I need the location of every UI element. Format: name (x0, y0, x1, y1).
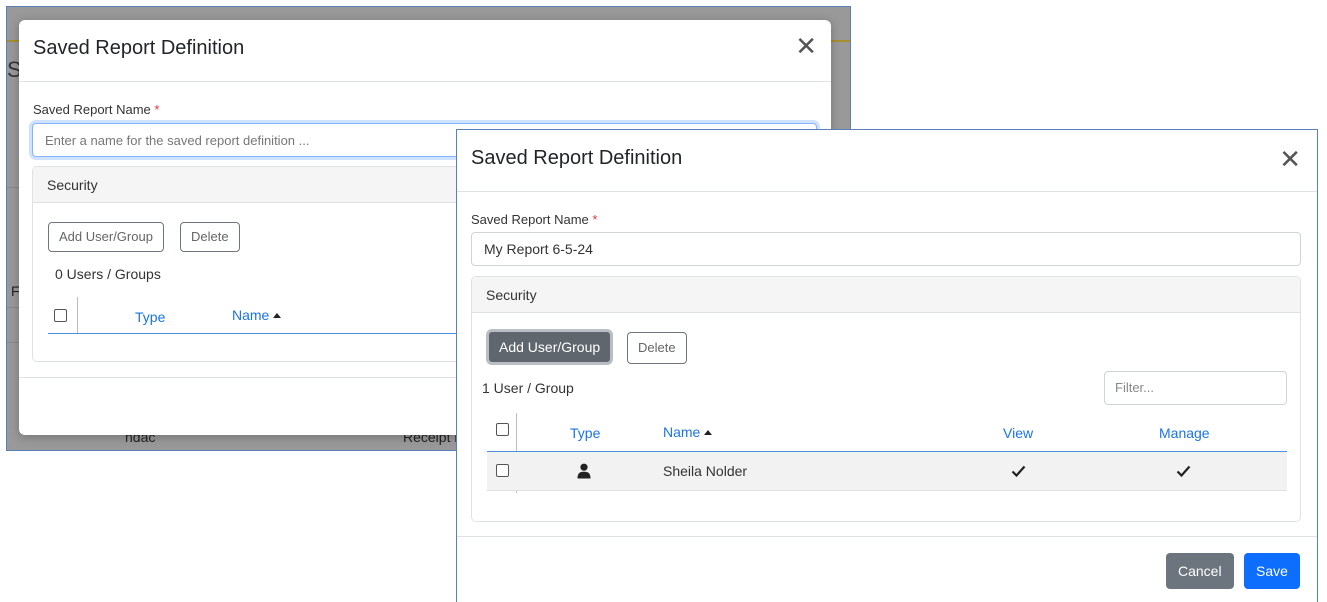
background-divider (7, 187, 19, 188)
cancel-button[interactable]: Cancel (1166, 553, 1234, 589)
background-accent-line (831, 40, 850, 42)
select-all-checkbox[interactable] (54, 309, 67, 322)
column-divider (77, 297, 78, 333)
security-title: Security (47, 177, 98, 193)
add-user-group-button[interactable]: Add User/Group (48, 222, 164, 252)
background-divider (7, 307, 19, 308)
saved-report-dialog-front: Saved Report Definition ✕ Saved Report N… (457, 130, 1317, 602)
close-icon[interactable]: ✕ (795, 33, 817, 59)
required-mark: * (154, 102, 160, 117)
delete-button[interactable]: Delete (180, 222, 240, 252)
column-header-name-label: Name (232, 307, 270, 323)
users-groups-count: 0 Users / Groups (55, 266, 161, 282)
dialog-title: Saved Report Definition (33, 37, 245, 59)
saved-report-name-input[interactable]: My Report 6-5-24 (471, 232, 1301, 266)
table-row[interactable]: Sheila Nolder (487, 452, 1287, 491)
saved-report-name-label: Saved Report Name * (471, 212, 597, 227)
security-header: Security (472, 277, 1300, 313)
background-divider (7, 342, 19, 343)
add-user-group-button[interactable]: Add User/Group (486, 329, 614, 365)
column-header-name[interactable]: Name (232, 307, 282, 323)
dialog-header: Saved Report Definition ✕ (457, 130, 1317, 192)
sort-ascending-icon (704, 430, 713, 435)
column-header-manage[interactable]: Manage (1159, 425, 1210, 441)
dialog-title: Saved Report Definition (471, 147, 683, 169)
column-header-name-label: Name (663, 424, 701, 440)
security-title: Security (486, 287, 537, 303)
column-header-name[interactable]: Name (663, 424, 713, 440)
users-groups-count: 1 User / Group (482, 380, 574, 396)
label-text: Saved Report Name (33, 102, 151, 117)
sort-ascending-icon (273, 313, 282, 318)
column-header-type[interactable]: Type (570, 425, 600, 441)
save-button[interactable]: Save (1244, 553, 1300, 589)
view-checkmark-icon (1011, 465, 1026, 477)
column-header-view[interactable]: View (1003, 425, 1033, 441)
dialog-header: Saved Report Definition ✕ (19, 20, 831, 82)
foreground-screenshot: Saved Report Definition ✕ Saved Report N… (456, 129, 1318, 602)
security-panel: Security Add User/Group Delete 1 User / … (471, 276, 1301, 522)
background-accent-line (7, 40, 19, 42)
delete-button[interactable]: Delete (627, 332, 687, 364)
select-all-checkbox[interactable] (496, 423, 509, 436)
saved-report-name-label: Saved Report Name * (33, 102, 159, 117)
filter-input[interactable]: Filter... (1104, 371, 1287, 405)
required-mark: * (592, 212, 598, 227)
dialog-footer: Cancel Save (457, 536, 1317, 589)
column-header-type[interactable]: Type (135, 309, 165, 325)
input-placeholder: Enter a name for the saved report defini… (45, 133, 310, 148)
row-name: Sheila Nolder (663, 463, 748, 479)
user-icon (577, 463, 591, 479)
manage-checkmark-icon (1176, 465, 1191, 477)
label-text: Saved Report Name (471, 212, 589, 227)
close-icon[interactable]: ✕ (1279, 146, 1301, 172)
row-checkbox[interactable] (496, 464, 509, 477)
